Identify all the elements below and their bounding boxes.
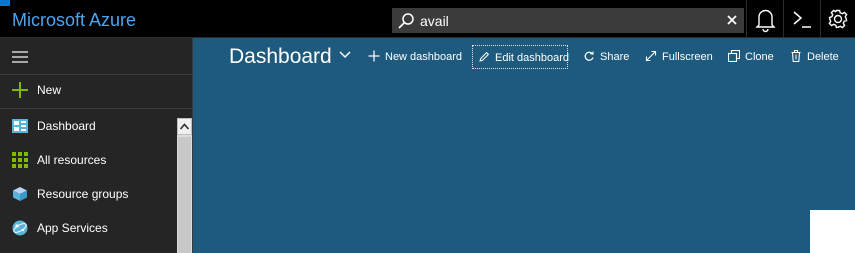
close-icon[interactable] <box>726 14 738 26</box>
notifications-button[interactable] <box>746 0 784 38</box>
grid-icon <box>12 152 28 168</box>
edit-dashboard-button[interactable]: Edit dashboard <box>472 45 569 69</box>
scrollbar-thumb[interactable] <box>178 137 191 253</box>
share-button[interactable]: Share <box>578 45 630 69</box>
page-title: Dashboard <box>229 45 332 68</box>
globe-icon <box>12 220 28 236</box>
clone-button[interactable]: Clone <box>723 45 778 69</box>
sidebar-item-all-resources[interactable]: All resources <box>0 144 177 176</box>
sidebar-item-label: Resource groups <box>37 187 129 201</box>
sidebar-scrollbar[interactable] <box>177 118 192 253</box>
delete-button[interactable]: Delete <box>785 45 840 69</box>
fullscreen-icon <box>645 50 657 62</box>
search-box[interactable] <box>392 8 744 33</box>
trash-icon <box>791 50 801 62</box>
new-dashboard-label: New dashboard <box>385 51 463 63</box>
sidebar-item-label: New <box>37 83 62 97</box>
window-corner-mark <box>0 0 10 6</box>
bell-icon <box>755 9 776 33</box>
cloud-shell-icon <box>793 11 811 28</box>
plus-icon <box>368 50 380 62</box>
cube-icon <box>13 187 27 201</box>
top-bar: Microsoft Azure <box>0 0 855 38</box>
sidebar: New Dashboard All resources Resource gro… <box>0 38 193 253</box>
share-icon <box>584 51 594 61</box>
sidebar-item-label: All resources <box>37 153 107 167</box>
hamburger-icon[interactable] <box>10 50 30 64</box>
sidebar-item-app-services[interactable]: App Services <box>0 212 177 244</box>
sidebar-item-label: Dashboard <box>37 119 96 133</box>
sidebar-item-new[interactable]: New <box>0 74 177 106</box>
edit-dashboard-label: Edit dashboard <box>495 52 569 64</box>
chevron-up-icon <box>179 123 190 130</box>
sidebar-item-resource-groups[interactable]: Resource groups <box>0 178 177 210</box>
clone-icon <box>728 50 740 62</box>
pencil-icon <box>479 51 490 62</box>
settings-button[interactable] <box>820 0 855 38</box>
share-label: Share <box>600 51 630 63</box>
search-input[interactable] <box>420 10 710 31</box>
plus-icon <box>12 82 28 98</box>
cloud-shell-button[interactable] <box>783 0 821 38</box>
fullscreen-button[interactable]: Fullscreen <box>640 45 715 69</box>
scroll-up-button[interactable] <box>177 118 192 135</box>
app-title[interactable]: Microsoft Azure <box>12 9 136 31</box>
delete-label: Delete <box>807 51 839 63</box>
dashboard-area: Dashboard New dashboard Edit dashboard S… <box>193 38 855 253</box>
sidebar-item-label: App Services <box>37 221 108 235</box>
new-dashboard-button[interactable]: New dashboard <box>363 45 463 69</box>
search-icon <box>398 13 414 29</box>
sidebar-divider <box>0 108 193 109</box>
dashboard-icon <box>12 119 28 133</box>
sidebar-item-dashboard[interactable]: Dashboard <box>0 110 177 142</box>
chevron-down-icon[interactable] <box>338 50 352 60</box>
gear-icon <box>828 9 848 29</box>
clone-label: Clone <box>745 51 774 63</box>
page-corner-blank <box>810 210 855 253</box>
fullscreen-label: Fullscreen <box>662 51 713 63</box>
